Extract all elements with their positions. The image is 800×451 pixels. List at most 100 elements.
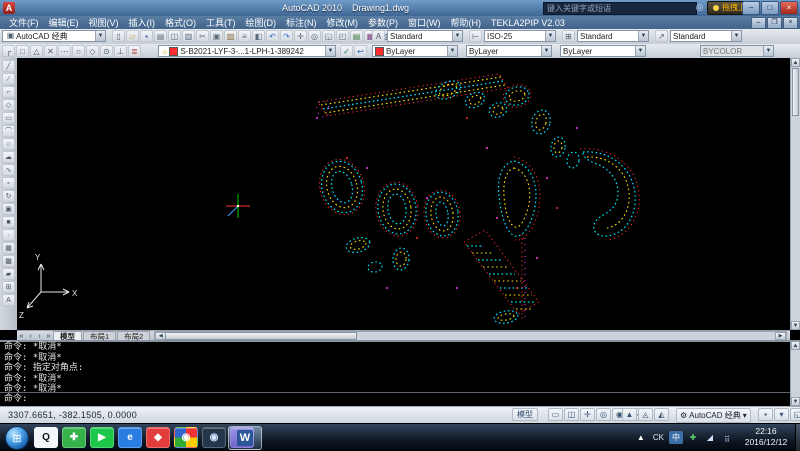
save-icon[interactable]: ▪ xyxy=(140,30,153,42)
menu-item[interactable]: TEKLA2PIP V2.03 xyxy=(486,18,570,28)
region-icon[interactable]: ▰ xyxy=(2,268,15,280)
tab-nav-icon[interactable]: ‹ xyxy=(26,331,35,340)
tray-app-ck[interactable]: CK xyxy=(651,432,666,443)
paste-icon[interactable]: ▨ xyxy=(224,30,237,42)
zoom-window-icon[interactable]: ◱ xyxy=(322,30,335,42)
hatch-icon[interactable]: ▦ xyxy=(2,242,15,254)
gradient-icon[interactable]: ▩ xyxy=(2,255,15,267)
circle-icon[interactable]: ○ xyxy=(2,138,15,150)
menu-item[interactable]: 帮助(H) xyxy=(446,16,487,29)
make-block-icon[interactable]: ■ xyxy=(2,216,15,228)
undo-icon[interactable]: ↶ xyxy=(266,30,279,42)
polygon-icon[interactable]: ◇ xyxy=(2,99,15,111)
make-object-layer-current-icon[interactable]: ✓ xyxy=(340,45,353,57)
spline-icon[interactable]: ∿ xyxy=(2,164,15,176)
dim-style-combo[interactable]: ISO-25 ▼ xyxy=(484,30,556,42)
annotation-visibility-icon[interactable]: ◬ xyxy=(638,408,653,421)
infocenter-search-input[interactable] xyxy=(543,2,697,15)
scroll-up-icon[interactable]: ▲ xyxy=(791,58,800,67)
close-button[interactable]: × xyxy=(780,1,798,15)
linetype-control-combo[interactable]: ByLayer ▼ xyxy=(466,45,552,57)
text-style-icon[interactable]: A xyxy=(372,30,385,42)
table-style-combo[interactable]: Standard ▼ xyxy=(577,30,649,42)
layer-properties-manager-icon[interactable]: ≣ xyxy=(128,45,141,57)
drawing-viewport[interactable]: Y X Z xyxy=(17,58,790,330)
minimize-button[interactable]: – xyxy=(742,1,760,15)
iqiyi-icon[interactable]: ▶ xyxy=(90,427,114,448)
chrome-browser-icon[interactable]: ◉ xyxy=(174,427,198,448)
snap-extension-icon[interactable]: ⋯ xyxy=(58,45,71,57)
insert-block-icon[interactable]: ▣ xyxy=(2,203,15,215)
menu-item[interactable]: 文件(F) xyxy=(4,16,44,29)
canvas-vertical-scrollbar[interactable]: ▲ ▼ xyxy=(790,58,800,330)
ie-browser-icon[interactable]: e xyxy=(118,427,142,448)
pan-icon[interactable]: ✛ xyxy=(580,408,595,421)
scrollbar-thumb[interactable] xyxy=(792,68,799,116)
tab-nav-icon[interactable]: « xyxy=(17,331,26,340)
menu-item[interactable]: 修改(M) xyxy=(322,16,364,29)
start-button[interactable]: ⊞ xyxy=(5,426,29,450)
show-desktop-button[interactable] xyxy=(795,424,800,451)
menu-item[interactable]: 标注(N) xyxy=(281,16,322,29)
table-icon[interactable]: ⊞ xyxy=(2,281,15,293)
menu-item[interactable]: 参数(P) xyxy=(363,16,403,29)
text-style-combo[interactable]: Standard ▼ xyxy=(387,30,463,42)
command-scrollbar[interactable]: ▲ ▼ xyxy=(790,341,800,406)
autocad-app-icon[interactable]: A xyxy=(3,2,15,14)
taskbar-clock[interactable]: 22:16 2016/12/12 xyxy=(738,426,794,448)
tab-layout2[interactable]: 布局2 xyxy=(117,331,150,341)
scroll-down-icon[interactable]: ▼ xyxy=(791,397,800,406)
pan-icon[interactable]: ✛ xyxy=(294,30,307,42)
command-prompt[interactable]: 命令: xyxy=(0,394,27,405)
layer-combo[interactable]: ☼ S-B2021-LYF-3-...1-LPH-1-389242 ▼ xyxy=(158,45,336,57)
toolbar-lock-icon[interactable]: ▪ xyxy=(758,408,773,421)
construction-line-icon[interactable]: ⁄ xyxy=(2,73,15,85)
status-tray-arrow-icon[interactable]: ▾ xyxy=(774,408,789,421)
menu-item[interactable]: 视图(V) xyxy=(84,16,124,29)
media-app-icon[interactable]: ◆ xyxy=(146,427,170,448)
qq-icon[interactable]: Q xyxy=(34,427,58,448)
color-control-combo[interactable]: ByLayer ▼ xyxy=(372,45,458,57)
mleader-style-combo[interactable]: Standard ▼ xyxy=(670,30,742,42)
network-icon[interactable]: ⣶ xyxy=(720,432,734,443)
workspace-switch-button[interactable]: ⚙ AutoCAD 经典 ▾ xyxy=(676,408,751,423)
snap-from-icon[interactable]: ┌ xyxy=(2,45,15,57)
quick-view-layouts-icon[interactable]: ▭ xyxy=(548,408,563,421)
workspace-combo[interactable]: ▣ AutoCAD 经典 ▼ xyxy=(2,30,106,42)
menu-item[interactable]: 工具(T) xyxy=(201,16,241,29)
snap-endpoint-icon[interactable]: □ xyxy=(16,45,29,57)
zoom-realtime-icon[interactable]: ◎ xyxy=(308,30,321,42)
tab-layout1[interactable]: 布局1 xyxy=(83,331,116,341)
mleader-style-icon[interactable]: ↗ xyxy=(655,30,668,42)
menu-item[interactable]: 窗口(W) xyxy=(403,16,446,29)
snap-intersection-icon[interactable]: ✕ xyxy=(44,45,57,57)
snap-tangent-icon[interactable]: ⊙ xyxy=(100,45,113,57)
tab-nav-icon[interactable]: › xyxy=(35,331,44,340)
security-app-icon[interactable]: ✚ xyxy=(62,427,86,448)
doc-restore-button[interactable]: ❐ xyxy=(767,17,782,29)
scroll-up-icon[interactable]: ▲ xyxy=(791,341,800,350)
snap-center-icon[interactable]: ○ xyxy=(72,45,85,57)
polyline-icon[interactable]: ⌐ xyxy=(2,86,15,98)
arc-icon[interactable]: ⌒ xyxy=(2,125,15,137)
search-binoculars-icon[interactable]: ◎ xyxy=(694,2,705,13)
tab-nav-icon[interactable]: » xyxy=(44,331,53,340)
tray-expand-icon[interactable]: ▲ xyxy=(634,432,648,443)
tab-model[interactable]: 模型 xyxy=(53,331,82,341)
menu-item[interactable]: 绘图(D) xyxy=(241,16,282,29)
clean-screen-icon[interactable]: ◱ xyxy=(790,408,800,421)
revision-cloud-icon[interactable]: ☁ xyxy=(2,151,15,163)
doc-minimize-button[interactable]: – xyxy=(751,17,766,29)
zoom-icon[interactable]: ◎ xyxy=(596,408,611,421)
snap-quadrant-icon[interactable]: ◇ xyxy=(86,45,99,57)
antivirus-tray-icon[interactable]: ✚ xyxy=(686,432,700,443)
qnew-icon[interactable]: ▯ xyxy=(112,30,125,42)
rectangle-icon[interactable]: ▭ xyxy=(2,112,15,124)
menu-item[interactable]: 格式(O) xyxy=(160,16,201,29)
menu-item[interactable]: 编辑(E) xyxy=(44,16,84,29)
line-icon[interactable]: ╱ xyxy=(2,60,15,72)
command-line-window[interactable]: 命令: *取消*命令: *取消*命令: 指定对角点:命令: *取消*命令: *取… xyxy=(0,340,800,406)
snap-perpendicular-icon[interactable]: ⊥ xyxy=(114,45,127,57)
volume-icon[interactable]: ◢ xyxy=(703,432,717,443)
maximize-button[interactable]: □ xyxy=(761,1,779,15)
